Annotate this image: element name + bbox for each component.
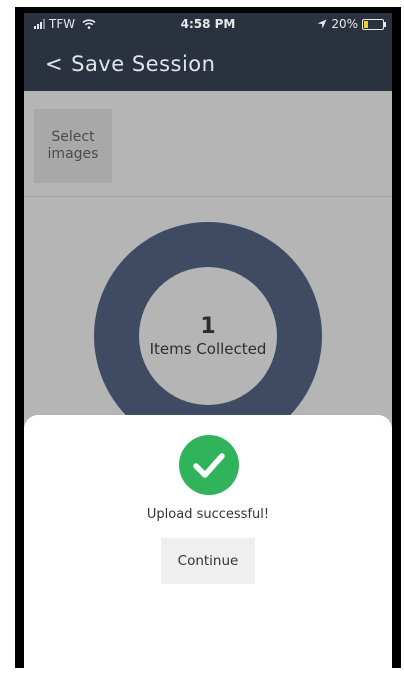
battery-icon: [362, 18, 386, 30]
top-bar: TFW 4:58 PM 20% < Save Session: [24, 13, 392, 91]
items-summary: 1 Items Collected: [139, 267, 277, 405]
items-count: 1: [200, 314, 216, 339]
page-title: Save Session: [71, 52, 216, 76]
app-header: < Save Session: [24, 49, 392, 79]
upload-success-sheet: Upload successful! Continue: [24, 415, 392, 668]
chevron-left-icon: <: [45, 52, 64, 76]
divider: [24, 196, 392, 197]
select-images-button[interactable]: Select images: [34, 109, 112, 183]
status-right: 20%: [317, 17, 386, 31]
items-label: Items Collected: [149, 340, 267, 358]
battery-percent: 20%: [331, 17, 358, 31]
battery-fill: [364, 20, 368, 28]
continue-button[interactable]: Continue: [161, 538, 255, 584]
location-arrow-icon: [317, 19, 327, 29]
back-button[interactable]: < Save Session: [45, 52, 215, 76]
check-circle-icon: [179, 435, 239, 495]
status-bar: TFW 4:58 PM 20%: [24, 13, 392, 35]
checkmark-icon: [193, 453, 225, 478]
upload-message: Upload successful!: [146, 507, 270, 522]
phone-screen: TFW 4:58 PM 20% < Save Session Select im…: [24, 13, 392, 668]
